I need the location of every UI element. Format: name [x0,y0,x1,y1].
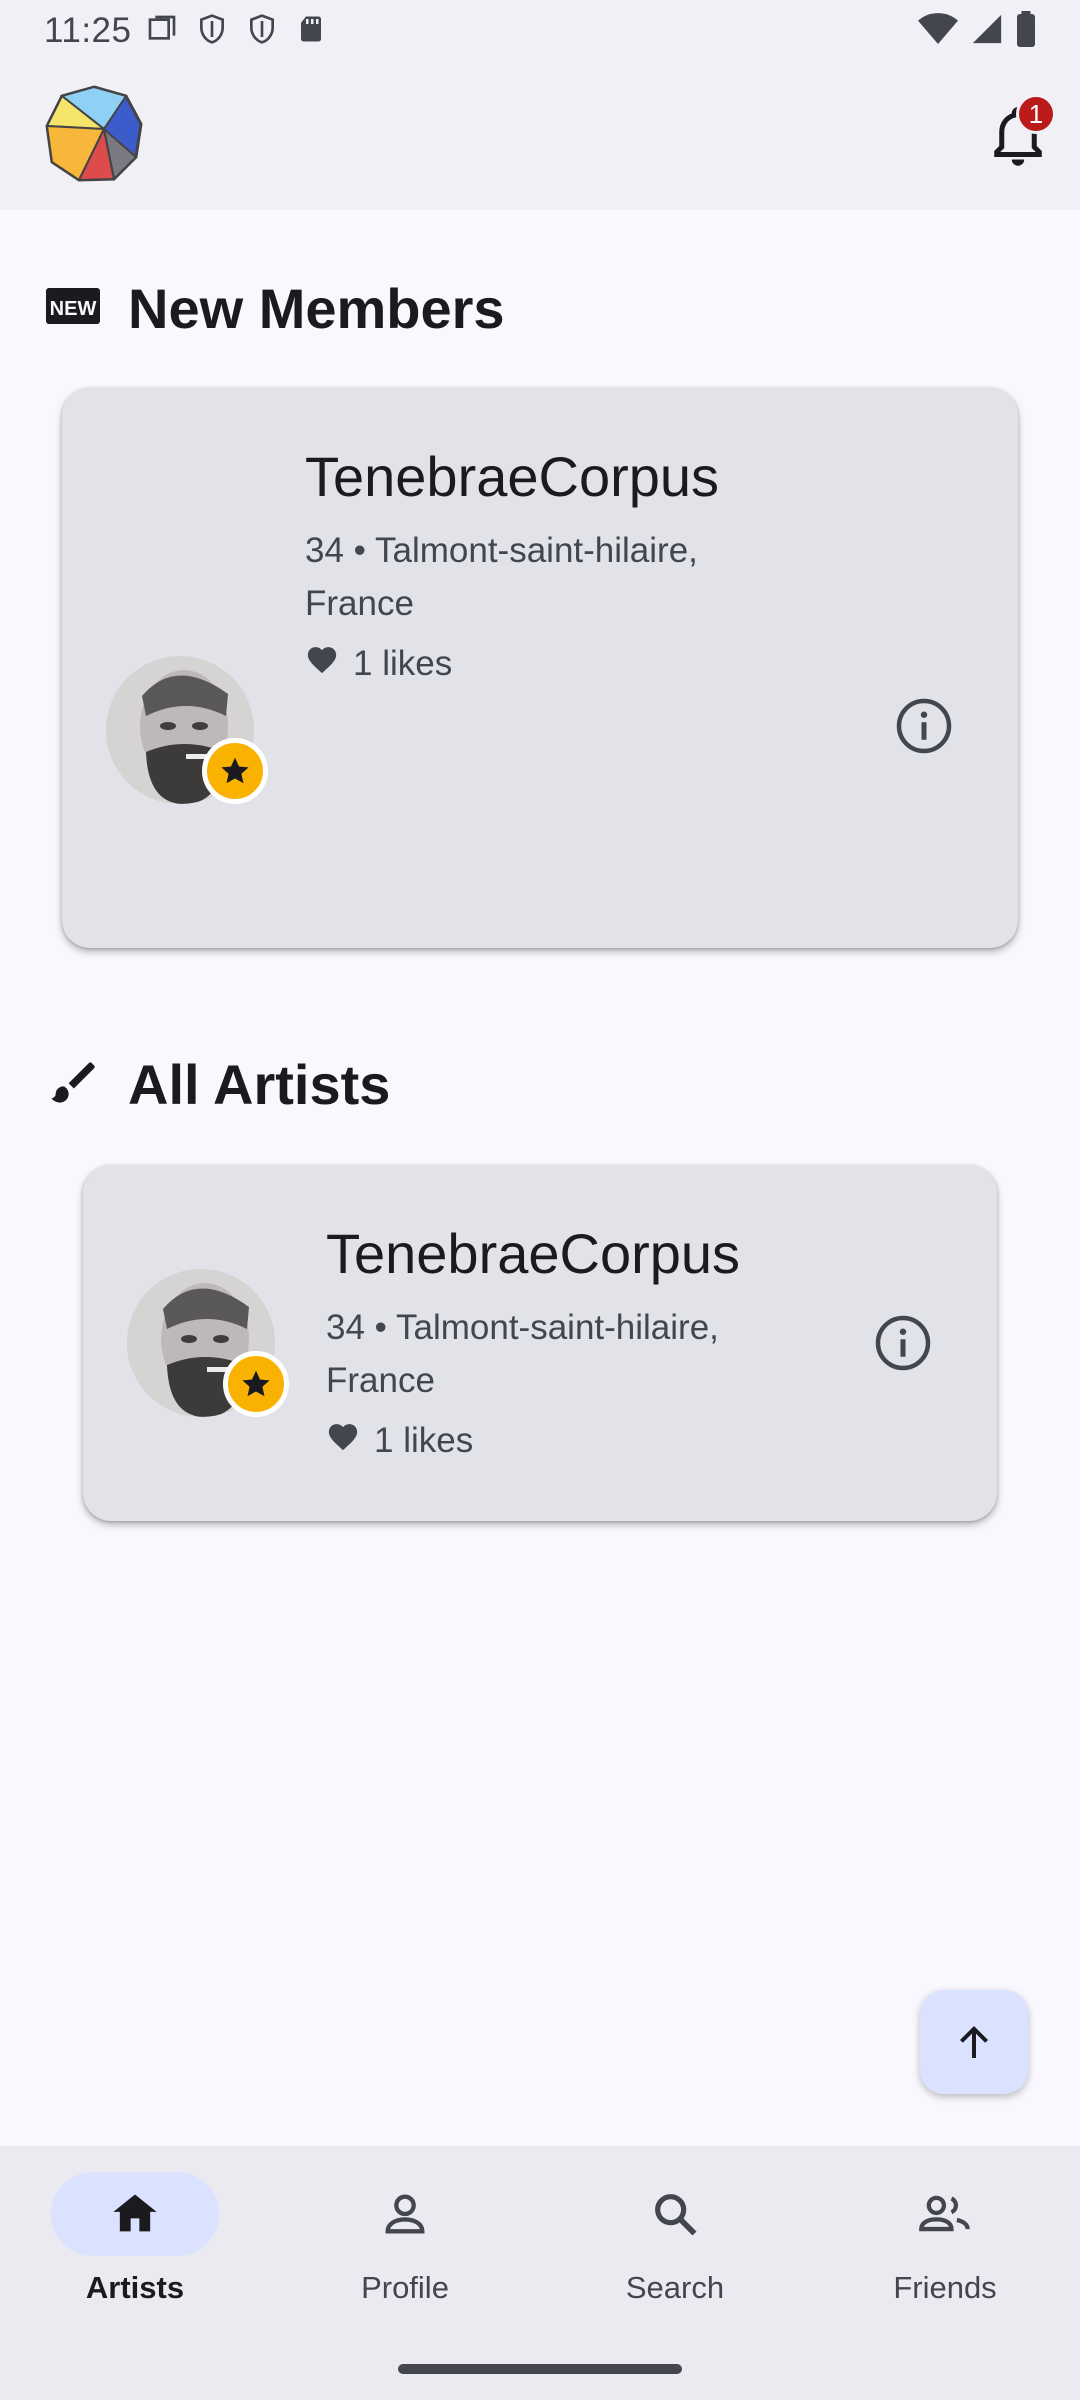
artist-likes: 1 likes [326,1420,473,1461]
nav-label: Profile [361,2270,449,2305]
status-time: 11:25 [44,11,132,50]
nav-item-search[interactable]: Search [540,2172,810,2322]
screen-icon [146,13,178,50]
person-icon [385,2194,425,2234]
app-logo[interactable] [44,84,144,184]
star-icon [242,1370,270,1397]
all-artists-header: All Artists [46,1052,390,1117]
notification-badge: 1 [1016,94,1056,134]
people-icon [919,2195,970,2232]
nav-label: Friends [893,2270,997,2305]
star-badge [223,1351,289,1417]
likes-count: 1 likes [353,643,453,683]
sd-card-icon [296,13,326,50]
nav-pill [321,2172,489,2256]
heart-icon [326,1420,360,1461]
info-icon [875,1315,931,1371]
svg-text:NEW: NEW [50,298,97,320]
nav-item-artists[interactable]: Artists [0,2172,270,2322]
section-title: All Artists [128,1053,391,1116]
signal-icon [970,12,1004,51]
nav-label: Artists [85,2270,185,2305]
star-badge [202,738,268,804]
app-bar: 1 [0,62,1080,210]
home-indicator[interactable] [398,2364,682,2374]
info-button[interactable] [894,696,954,756]
nav-pill [51,2172,219,2256]
member-location: 34 • Talmont-saint-hilaire, France [305,531,698,623]
info-icon [896,698,952,754]
member-card[interactable]: TenebraeCorpus 34 • Talmont-saint-hilair… [62,388,1018,948]
nav-label: Search [625,2270,725,2305]
brush-icon [46,1056,100,1113]
nav-item-friends[interactable]: Friends [810,2172,1080,2322]
member-likes: 1 likes [305,643,452,684]
scroll-to-top-button[interactable] [920,1990,1028,2094]
artist-card[interactable]: TenebraeCorpus 34 • Talmont-saint-hilair… [83,1165,997,1521]
heart-icon [305,643,339,684]
status-bar: 11:25 [0,0,1080,62]
artist-location: 34 • Talmont-saint-hilaire, France [326,1308,719,1400]
home-icon [113,2194,157,2232]
nav-pill [861,2172,1029,2256]
member-name: TenebraeCorpus [305,445,720,508]
nav-item-profile[interactable]: Profile [270,2172,540,2322]
likes-count: 1 likes [374,1420,474,1460]
new-badge-icon: NEW [46,284,100,333]
shield-icon [246,13,278,50]
arrow-up-icon [960,2026,988,2058]
shield-icon [196,13,228,50]
bottom-nav: Artists Profile Search Friends [0,2146,1080,2400]
battery-icon [1016,10,1036,52]
section-title: New Members [128,277,505,340]
artist-name: TenebraeCorpus [326,1222,741,1285]
wifi-icon [918,12,958,51]
info-button[interactable] [873,1313,933,1373]
new-members-header: NEW New Members [46,276,505,341]
nav-pill [591,2172,759,2256]
search-icon [655,2194,697,2236]
star-icon [221,757,249,784]
